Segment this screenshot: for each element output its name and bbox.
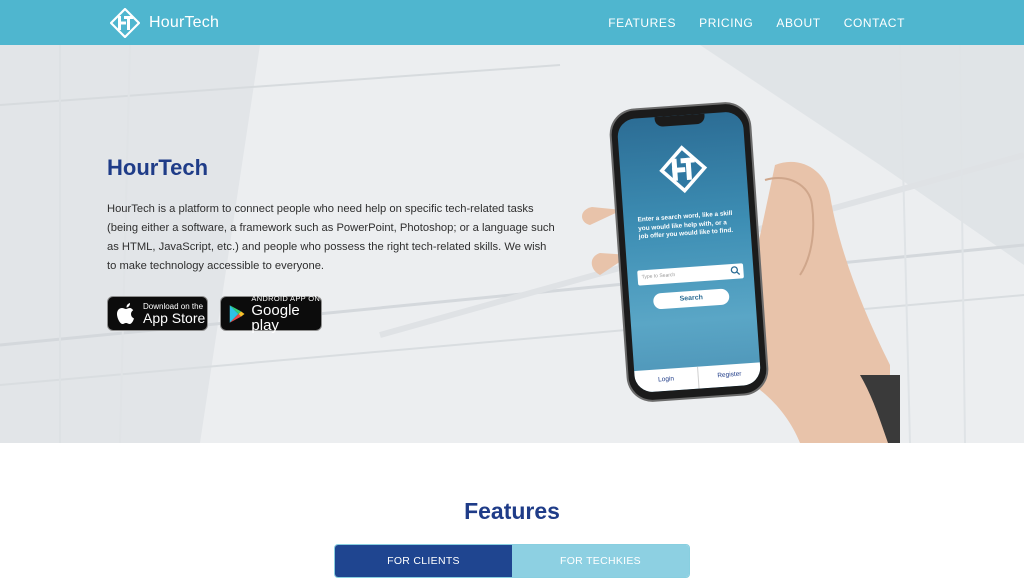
ht-logo-icon xyxy=(110,8,140,38)
hero-title: HourTech xyxy=(107,155,209,180)
app-tab-bar: Login Register xyxy=(634,362,762,394)
nav-item-contact[interactable]: CONTACT xyxy=(844,16,905,30)
app-search-placeholder: Type to Search xyxy=(641,272,676,281)
nav-item-pricing[interactable]: PRICING xyxy=(699,16,753,30)
top-navbar: HourTech FEATURES PRICING ABOUT CONTACT xyxy=(0,0,1024,45)
app-tab-login[interactable]: Login xyxy=(634,367,698,393)
app-tab-register[interactable]: Register xyxy=(696,362,762,389)
app-search-prompt: Enter a search word, like a skill you wo… xyxy=(637,209,734,241)
brand-name: HourTech xyxy=(149,14,220,31)
google-play-icon xyxy=(229,304,245,323)
hero-section: HourTech HourTech is a platform to conne… xyxy=(0,45,1024,443)
search-icon xyxy=(730,266,741,276)
app-store-button[interactable]: Download on the App Store xyxy=(107,296,208,331)
phone-screen: Enter a search word, like a skill you wo… xyxy=(616,110,762,394)
nav-item-features[interactable]: FEATURES xyxy=(608,16,676,30)
app-search-input[interactable]: Type to Search xyxy=(637,263,744,286)
tab-for-techkies[interactable]: FOR TECHKIES xyxy=(512,545,689,577)
apple-icon xyxy=(117,302,134,324)
phone-mockup: Enter a search word, like a skill you wo… xyxy=(610,102,768,402)
brand-link[interactable]: HourTech xyxy=(110,8,219,38)
google-play-big-label: Google play xyxy=(251,302,300,334)
app-search-button[interactable]: Search xyxy=(652,288,730,310)
app-store-big-label: App Store xyxy=(143,309,206,326)
phone-notch xyxy=(654,113,706,128)
ht-app-logo-icon xyxy=(659,145,708,194)
hero-description: HourTech is a platform to connect people… xyxy=(107,203,555,272)
tab-for-clients[interactable]: FOR CLIENTS xyxy=(335,545,512,577)
features-tab-switch: FOR CLIENTS FOR TECHKIES xyxy=(334,544,690,578)
nav-menu: FEATURES PRICING ABOUT CONTACT xyxy=(608,0,905,45)
nav-item-about[interactable]: ABOUT xyxy=(776,16,820,30)
google-play-button[interactable]: ANDROID APP ON Google play xyxy=(220,294,322,334)
features-heading: Features xyxy=(464,498,560,524)
